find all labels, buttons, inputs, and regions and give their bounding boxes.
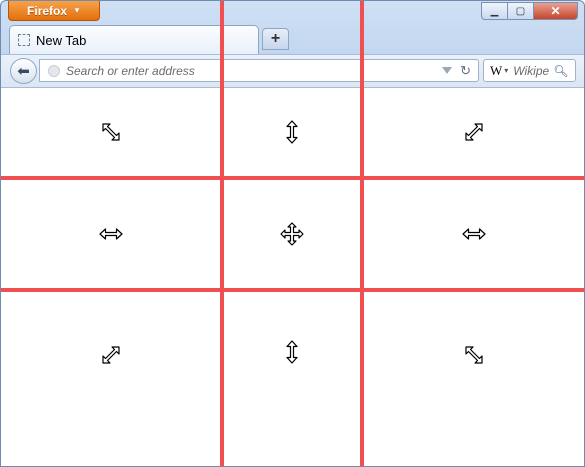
back-button[interactable]: ⬅ [10, 58, 37, 84]
tab-label: New Tab [36, 32, 87, 48]
ne-sw-resize-cursor-icon [465, 123, 483, 141]
reload-icon[interactable]: ↻ [460, 63, 471, 79]
minimize-icon: ▁ [490, 5, 499, 17]
blank-page-icon [18, 34, 30, 46]
window-controls: ▁ ▢ ✕ [481, 2, 578, 20]
cursor-cell[interactable] [364, 88, 584, 176]
history-dropdown-icon[interactable] [442, 67, 453, 74]
engine-dropdown-icon[interactable]: ▾ [504, 66, 508, 75]
cursor-cell[interactable] [224, 88, 360, 176]
ns-resize-cursor-icon [286, 340, 298, 364]
cursor-cell[interactable] [1, 88, 220, 176]
cursor-cell[interactable] [224, 180, 360, 288]
back-arrow-icon: ⬅ [17, 63, 30, 80]
browser-window: Firefox ▼ ▁ ▢ ✕ New Tab + ⬅ ↻ W ▾ [0, 0, 585, 467]
search-input[interactable] [513, 63, 552, 78]
search-icon[interactable]: 🔍︎ [553, 64, 568, 78]
search-bar[interactable]: W ▾ 🔍︎ [483, 59, 576, 82]
ew-resize-cursor-icon [98, 228, 123, 240]
close-icon: ✕ [550, 4, 561, 18]
cursor-cell[interactable] [364, 180, 584, 288]
cursor-cell[interactable] [224, 292, 360, 412]
wikipedia-icon[interactable]: W [490, 63, 502, 79]
chevron-down-icon: ▼ [73, 6, 81, 15]
navigation-toolbar: ⬅ ↻ W ▾ 🔍︎ [1, 54, 584, 88]
site-identity-icon[interactable] [48, 64, 60, 77]
firefox-menu-button[interactable]: Firefox ▼ [8, 1, 100, 21]
cursor-cell[interactable] [364, 292, 584, 418]
address-bar[interactable]: ↻ [39, 59, 479, 82]
url-input[interactable] [66, 63, 443, 78]
plus-icon: + [270, 30, 281, 47]
nw-se-resize-cursor-icon [465, 346, 483, 364]
ne-sw-resize-cursor-icon [101, 346, 120, 364]
page-content [1, 1, 584, 466]
maximize-icon: ▢ [515, 5, 526, 17]
minimize-button[interactable]: ▁ [481, 2, 508, 20]
nw-se-resize-cursor-icon [101, 123, 120, 141]
ew-resize-cursor-icon [462, 228, 486, 240]
ns-resize-cursor-icon [286, 120, 298, 144]
cursor-cell[interactable] [1, 292, 220, 418]
move-cursor-icon [280, 222, 304, 246]
firefox-menu-label: Firefox [27, 3, 68, 18]
maximize-button[interactable]: ▢ [508, 2, 534, 20]
cursor-cell[interactable] [1, 180, 220, 288]
new-tab-button[interactable]: + [262, 28, 289, 50]
close-button[interactable]: ✕ [534, 2, 578, 20]
